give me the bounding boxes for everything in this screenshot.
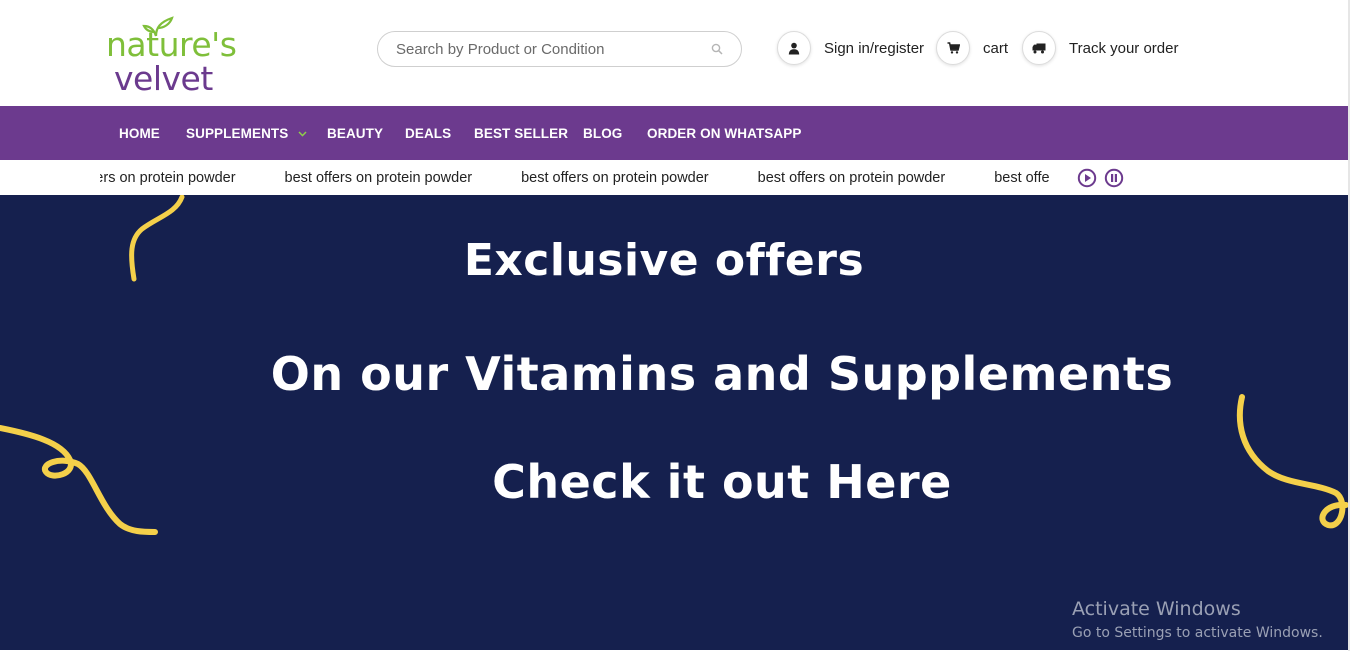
cart-label: cart — [983, 39, 1009, 57]
nav-label: HOME — [119, 125, 160, 141]
nav-item-supplements[interactable]: SUPPLEMENTS — [186, 106, 307, 160]
nav-item-blog[interactable]: BLOG — [583, 106, 622, 160]
nav-item-best-seller[interactable]: BEST SELLER — [474, 106, 568, 160]
search-box — [377, 31, 742, 67]
nav-label: ORDER ON WHATSAPP — [647, 125, 802, 141]
play-icon[interactable] — [1077, 168, 1097, 188]
ticker-item[interactable]: best offers on protein powder — [758, 170, 946, 186]
banner-headline: Exclusive offers — [463, 235, 865, 286]
search-input[interactable] — [394, 38, 694, 60]
site-header: nature's velvet Sign in/register — [0, 0, 1348, 106]
site-logo[interactable]: nature's velvet — [104, 14, 237, 98]
ticker-item[interactable]: best offers on protein powder — [521, 170, 709, 186]
nav-item-order-whatsapp[interactable]: ORDER ON WHATSAPP — [647, 106, 801, 160]
nav-label: BEST SELLER — [474, 125, 569, 141]
nav-item-beauty[interactable]: BEAUTY — [327, 106, 383, 160]
nav-label: BEAUTY — [327, 125, 384, 141]
chevron-down-icon — [298, 131, 307, 137]
announcement-ticker: best offers on protein powder best offer… — [0, 160, 1348, 195]
track-order-label: Track your order — [1069, 39, 1179, 57]
ticker-track: best offers on protein powder best offer… — [100, 160, 1050, 195]
nav-item-deals[interactable]: DEALS — [405, 106, 451, 160]
ticker-item[interactable]: best offers on protein powder — [994, 170, 1050, 186]
logo-text-top: nature's — [106, 25, 237, 64]
truck-icon — [1022, 31, 1056, 65]
cart-icon — [936, 31, 970, 65]
activate-title: Activate Windows — [1072, 598, 1241, 620]
banner-cta-text: Check it out Here — [492, 455, 952, 509]
cart-link[interactable]: cart — [936, 30, 1008, 66]
track-order-link[interactable]: Track your order — [1022, 30, 1178, 66]
search-icon[interactable] — [711, 43, 723, 55]
nav-label: BLOG — [583, 125, 623, 141]
signin-link[interactable]: Sign in/register — [777, 30, 924, 66]
logo-text-bottom: velvet — [114, 59, 213, 98]
hero-banner[interactable]: Exclusive offers On our Vitamins and Sup… — [0, 195, 1348, 650]
page: nature's velvet Sign in/register — [0, 0, 1350, 651]
ticker-item[interactable]: best offers on protein powder — [285, 170, 473, 186]
windows-activation-watermark: Activate Windows Go to Settings to activ… — [1072, 598, 1323, 643]
banner-subheadline: On our Vitamins and Supplements — [270, 347, 1174, 401]
signin-label: Sign in/register — [824, 39, 925, 57]
pause-icon[interactable] — [1104, 168, 1124, 188]
nav-label: SUPPLEMENTS — [186, 125, 289, 141]
user-icon — [777, 31, 811, 65]
main-nav: HOME SUPPLEMENTS BEAUTY DEALS BEST SELLE… — [0, 106, 1348, 160]
ticker-item[interactable]: best offers on protein powder — [100, 170, 236, 186]
activate-subtitle: Go to Settings to activate Windows. — [1072, 625, 1323, 641]
nav-label: DEALS — [405, 125, 452, 141]
nav-item-home[interactable]: HOME — [119, 106, 160, 160]
ticker-viewport: best offers on protein powder best offer… — [100, 160, 1050, 195]
